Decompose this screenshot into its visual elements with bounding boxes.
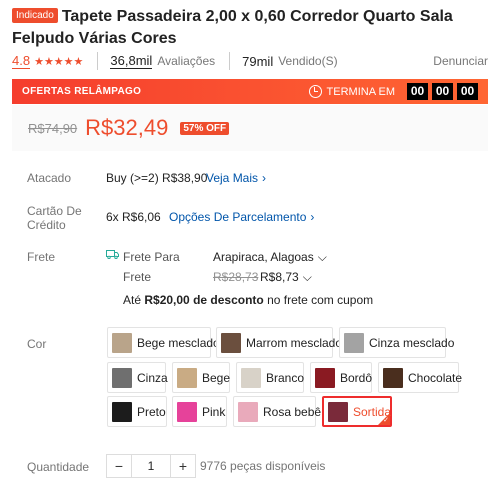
color-option-label: Preto (137, 404, 166, 419)
clock-icon (308, 85, 322, 98)
see-more-label: Veja Mais (206, 171, 259, 185)
color-option[interactable]: Chocolate (378, 362, 463, 393)
shipping-fee-label: Frete (123, 270, 152, 284)
color-option[interactable]: Cinza mesclado (339, 327, 454, 358)
stock-available: 9776 peças disponíveis (200, 459, 326, 473)
color-option-label: Marrom mesclado (246, 335, 343, 350)
color-thumbnail (177, 401, 197, 422)
product-title-block: Indicado Tapete Passadeira 2,00 x 0,60 Co… (12, 6, 492, 50)
flash-sale-banner: OFERTAS RELÂMPAGO TERMINA EM 00 00 00 (12, 79, 488, 104)
color-label: Cor (27, 337, 47, 351)
shipping-promo: Até R$20,00 de desconto no frete com cup… (123, 293, 373, 307)
chevron-down-icon: ⌵ (317, 250, 327, 264)
wholesale-see-more-link[interactable]: Veja Mais › (206, 171, 266, 185)
color-thumbnail (238, 401, 258, 422)
countdown-seconds: 00 (457, 83, 478, 100)
color-option[interactable]: Branco (236, 362, 304, 393)
shipping-label: Frete (27, 250, 56, 264)
discount-badge: 57% OFF (180, 121, 230, 135)
sold-count: 79mil (242, 53, 274, 69)
color-option[interactable]: Cinza (107, 362, 168, 393)
color-thumbnail (344, 332, 364, 353)
promo-prefix: Até (123, 293, 145, 307)
color-option[interactable]: Bordô (310, 362, 372, 393)
installment-options-link[interactable]: Opções De Parcelamento › (169, 210, 314, 224)
color-option-label: Chocolate (408, 370, 463, 385)
installment-options-label: Opções De Parcelamento (169, 210, 307, 224)
color-option-label: Branco (266, 370, 305, 385)
increase-quantity-button[interactable]: + (171, 455, 195, 477)
flash-sale-logo: OFERTAS RELÂMPAGO (22, 86, 142, 97)
rating-bar: 4.8 ★★★★★ 36,8mil Avaliações 79mil Vendi… (12, 52, 488, 70)
checkmark-icon: ✓ (383, 417, 389, 424)
sold-label: Vendido(S) (278, 54, 338, 68)
color-option-label: Bege mesclado (137, 335, 220, 350)
color-option[interactable]: Marrom mesclado (216, 327, 342, 358)
shipping-fee-old: R$28,73 (213, 270, 259, 284)
countdown-minutes: 00 (432, 83, 453, 100)
promo-amount: R$20,00 de desconto (144, 293, 264, 307)
installments-text: 6x R$6,06 (106, 210, 161, 224)
truck-icon (106, 250, 119, 259)
countdown-hours: 00 (407, 83, 428, 100)
shipping-location-select[interactable]: Arapiraca, Alagoas ⌵ (213, 250, 327, 265)
rating-value[interactable]: 4.8 (12, 53, 31, 69)
color-option[interactable]: Pink (172, 396, 227, 427)
color-thumbnail (221, 332, 241, 353)
color-option-label: Bege (202, 370, 231, 385)
quantity-input[interactable]: 1 (131, 455, 171, 477)
recommended-badge: Indicado (12, 8, 58, 23)
divider (229, 52, 231, 70)
color-option-label: Pink (202, 404, 226, 419)
color-option[interactable]: Preto (107, 396, 167, 427)
wholesale-text: Buy (>=2) R$38,90 (106, 171, 208, 185)
color-option-label: Rosa bebê (263, 404, 322, 419)
color-option-selected[interactable]: Sortida ✓ (322, 396, 392, 427)
promo-suffix: no frete com cupom (263, 293, 374, 307)
current-price: R$32,49 (85, 115, 169, 140)
quantity-label: Quantidade (27, 460, 90, 474)
color-option[interactable]: Bege mesclado (107, 327, 220, 358)
color-option-label: Cinza mesclado (369, 335, 455, 350)
color-thumbnail (241, 367, 261, 388)
color-thumbnail (112, 332, 132, 353)
color-thumbnail (112, 401, 132, 422)
wholesale-label: Atacado (27, 171, 72, 185)
color-option[interactable]: Bege (172, 362, 230, 393)
color-option[interactable]: Rosa bebê (233, 396, 321, 427)
decrease-quantity-button[interactable]: − (107, 455, 131, 477)
color-thumbnail (177, 367, 197, 388)
divider (97, 52, 99, 70)
shipping-fee-new: R$8,73 (260, 270, 299, 284)
reviews-count[interactable]: 36,8mil (110, 53, 153, 69)
color-option-label: Bordô (340, 370, 373, 385)
shipping-to-label: Frete Para (123, 250, 180, 264)
reviews-label: Avaliações (157, 54, 216, 68)
color-option-label: Cinza (137, 370, 168, 385)
countdown: TERMINA EM 00 00 00 (308, 83, 478, 100)
chevron-down-icon: ⌵ (302, 270, 312, 284)
shipping-location: Arapiraca, Alagoas (213, 250, 314, 264)
report-button[interactable]: Denunciar (433, 54, 488, 68)
chevron-right-icon: › (262, 171, 267, 185)
color-thumbnail (112, 367, 132, 388)
installments-label: Cartão De Crédito (27, 204, 82, 232)
product-title: Tapete Passadeira 2,00 x 0,60 Corredor Q… (12, 8, 453, 47)
ends-label: TERMINA EM (326, 85, 395, 98)
star-rating-icon: ★★★★★ (34, 55, 84, 68)
color-thumbnail (383, 367, 403, 388)
quantity-stepper: − 1 + (106, 454, 196, 478)
chevron-right-icon: › (310, 210, 315, 224)
original-price: R$74,90 (28, 120, 78, 136)
price-section: R$74,90 R$32,49 57% OFF (12, 105, 488, 151)
color-thumbnail (328, 401, 348, 422)
shipping-fee-select[interactable]: R$8,73 ⌵ (260, 270, 312, 285)
color-thumbnail (315, 367, 335, 388)
